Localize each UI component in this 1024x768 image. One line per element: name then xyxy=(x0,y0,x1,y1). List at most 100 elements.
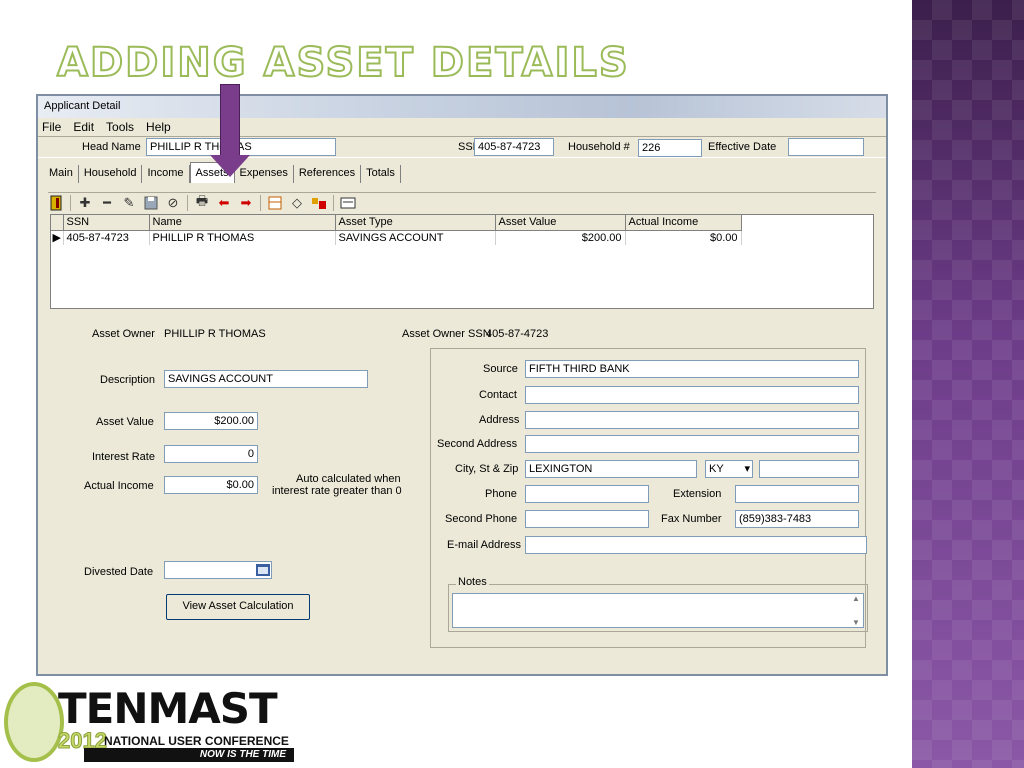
phone-field[interactable] xyxy=(525,485,649,503)
effective-date-label: Effective Date xyxy=(708,141,777,153)
applicant-detail-window: Applicant Detail File Edit Tools Help He… xyxy=(36,94,888,676)
cell-actual-income[interactable]: $0.00 xyxy=(625,230,742,245)
calendar-icon[interactable] xyxy=(256,564,270,579)
toolbar: ✚ ━ ✎ ⊘ 🖶 ⬅ ➡ ◇ xyxy=(48,192,876,212)
cell-asset-type[interactable]: SAVINGS ACCOUNT xyxy=(335,230,496,245)
scroll-down-icon[interactable]: ▼ xyxy=(852,618,860,627)
second-address-label: Second Address xyxy=(437,438,518,450)
tenmast-logo: TENMAST 2012 NATIONAL USER CONFERENCE NO… xyxy=(4,680,304,766)
cancel-icon[interactable]: ⊘ xyxy=(165,195,181,211)
actual-income-field[interactable]: $0.00 xyxy=(164,476,258,494)
scroll-up-icon[interactable]: ▲ xyxy=(852,594,860,603)
menu-help[interactable]: Help xyxy=(146,120,171,134)
tools-icon[interactable] xyxy=(311,195,327,211)
notes-field[interactable]: ▲ ▼ xyxy=(452,593,864,628)
tab-household[interactable]: Household xyxy=(79,165,143,183)
decorative-band xyxy=(912,0,1024,768)
head-name-field[interactable]: PHILLIP R THOMAS xyxy=(146,138,336,156)
email-field[interactable] xyxy=(525,536,867,554)
asset-grid: SSN Name Asset Type Asset Value Actual I… xyxy=(50,214,874,309)
logo-tagline: NOW IS THE TIME xyxy=(84,748,294,762)
second-phone-field[interactable] xyxy=(525,510,649,528)
zip-field[interactable] xyxy=(759,460,859,478)
address-field[interactable] xyxy=(525,411,859,429)
save-icon[interactable] xyxy=(143,195,159,211)
remove-icon[interactable]: ━ xyxy=(99,195,115,211)
exit-icon[interactable] xyxy=(48,195,64,211)
tab-income[interactable]: Income xyxy=(142,165,190,183)
menu-edit[interactable]: Edit xyxy=(73,120,94,134)
extension-label: Extension xyxy=(673,488,722,500)
print-icon[interactable]: 🖶 xyxy=(194,193,210,211)
ssn-field[interactable]: 405-87-4723 xyxy=(474,138,554,156)
previous-icon[interactable]: ⬅ xyxy=(216,195,232,211)
tab-references[interactable]: References xyxy=(294,165,362,183)
divested-date-label: Divested Date xyxy=(84,566,154,578)
description-label: Description xyxy=(100,374,156,386)
eraser-icon[interactable]: ◇ xyxy=(289,195,305,211)
logo-emblem xyxy=(4,682,64,762)
fax-number-label: Fax Number xyxy=(661,513,722,525)
interest-rate-field[interactable]: 0 xyxy=(164,445,258,463)
actual-income-label: Actual Income xyxy=(84,480,154,492)
chevron-down-icon: ▾ xyxy=(744,463,750,475)
effective-date-field[interactable] xyxy=(788,138,864,156)
window-title: Applicant Detail xyxy=(38,96,886,118)
tab-main[interactable]: Main xyxy=(44,165,79,183)
toolbar-separator xyxy=(187,194,188,211)
menu-file[interactable]: File xyxy=(42,120,61,134)
edit-icon[interactable]: ✎ xyxy=(121,195,137,211)
asset-value-field[interactable]: $200.00 xyxy=(164,412,258,430)
column-header-ssn[interactable]: SSN xyxy=(63,215,150,231)
description-field[interactable]: SAVINGS ACCOUNT xyxy=(164,370,368,388)
header-row: Head Name PHILLIP R THOMAS SSN 405-87-47… xyxy=(38,136,886,158)
contact-field[interactable] xyxy=(525,386,859,404)
household-field[interactable]: 226 xyxy=(638,139,702,157)
auto-calc-note-line2: interest rate greater than 0 xyxy=(272,485,402,497)
tab-strip: Main Household Income Assets Expenses Re… xyxy=(38,159,886,193)
fax-number-field[interactable]: (859)383-7483 xyxy=(735,510,859,528)
add-icon[interactable]: ✚ xyxy=(77,195,93,211)
second-address-field[interactable] xyxy=(525,435,859,453)
asset-owner-label: Asset Owner xyxy=(92,328,155,340)
next-icon[interactable]: ➡ xyxy=(238,195,254,211)
cell-ssn[interactable]: 405-87-4723 xyxy=(63,230,150,245)
cell-name[interactable]: PHILLIP R THOMAS xyxy=(149,230,336,245)
source-label: Source xyxy=(483,363,518,375)
pointer-arrow xyxy=(220,84,240,156)
notes-group: ▲ ▼ xyxy=(448,584,868,632)
city-field[interactable]: LEXINGTON xyxy=(525,460,697,478)
toolbar-separator xyxy=(333,194,334,211)
view-asset-calculation-button[interactable]: View Asset Calculation xyxy=(166,594,310,620)
state-select[interactable]: KY ▾ xyxy=(705,460,753,478)
email-label: E-mail Address xyxy=(447,539,521,551)
column-header-actual-income[interactable]: Actual Income xyxy=(625,215,742,231)
tab-totals[interactable]: Totals xyxy=(361,165,401,183)
slide-title: ADDING ASSET DETAILS xyxy=(56,39,630,87)
household-label: Household # xyxy=(568,141,630,153)
row-selector-icon: ▶ xyxy=(51,230,64,245)
table-row[interactable]: ▶ 405-87-4723 PHILLIP R THOMAS SAVINGS A… xyxy=(51,230,742,245)
source-field[interactable]: FIFTH THIRD BANK xyxy=(525,360,859,378)
contact-label: Contact xyxy=(479,389,517,401)
interest-rate-label: Interest Rate xyxy=(92,451,155,463)
auto-calc-note-line1: Auto calculated when xyxy=(296,473,401,485)
menu-bar: File Edit Tools Help xyxy=(38,118,886,136)
toolbar-separator xyxy=(70,194,71,211)
phone-label: Phone xyxy=(485,488,517,500)
column-header-name[interactable]: Name xyxy=(149,215,336,231)
logo-subtitle: NATIONAL USER CONFERENCE xyxy=(104,734,289,748)
asset-owner-ssn-value: 405-87-4723 xyxy=(486,328,549,340)
address-label: Address xyxy=(479,414,520,426)
column-header-asset-type[interactable]: Asset Type xyxy=(335,215,496,231)
notes-scrollbar[interactable]: ▲ ▼ xyxy=(849,594,863,627)
cell-asset-value[interactable]: $200.00 xyxy=(495,230,626,245)
card-icon[interactable] xyxy=(340,195,356,211)
menu-tools[interactable]: Tools xyxy=(106,120,134,134)
column-header-asset-value[interactable]: Asset Value xyxy=(495,215,626,231)
asset-owner-ssn-label: Asset Owner SSN xyxy=(402,328,491,340)
calculator-icon[interactable] xyxy=(267,195,283,211)
state-value: KY xyxy=(709,463,724,475)
asset-value-label: Asset Value xyxy=(96,416,154,428)
extension-field[interactable] xyxy=(735,485,859,503)
